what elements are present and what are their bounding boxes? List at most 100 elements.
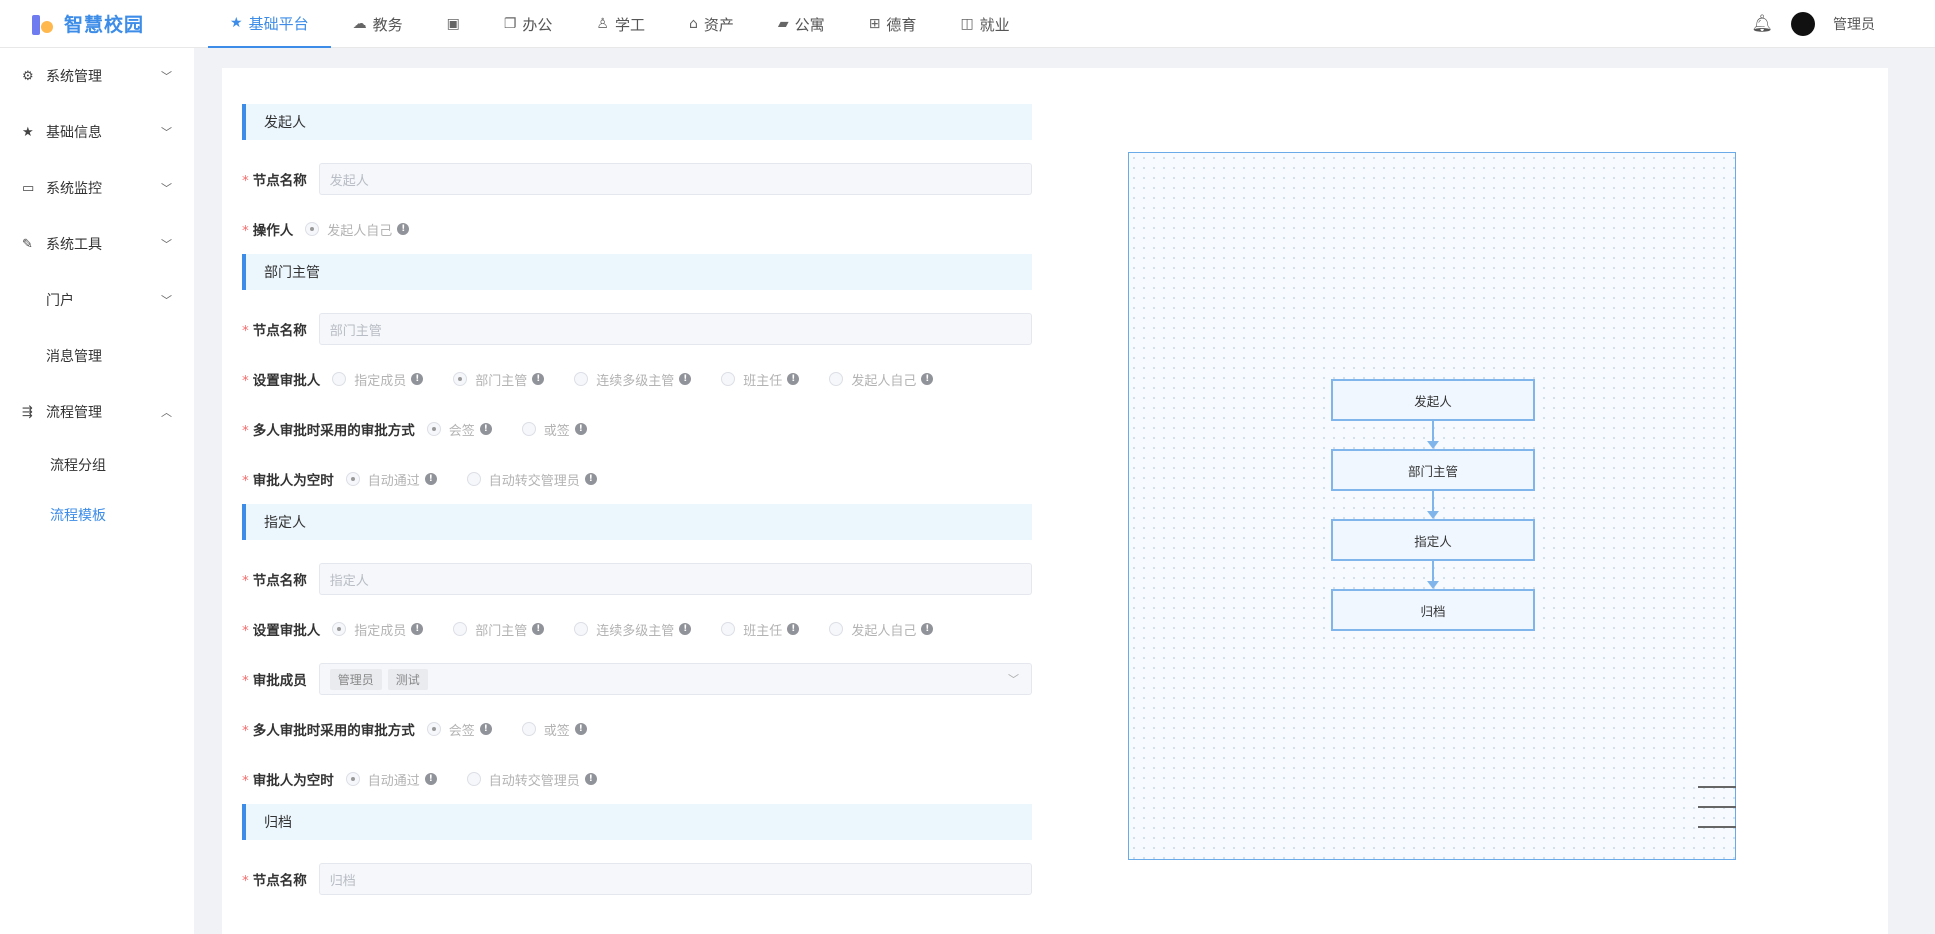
- radio-label: 自动转交管理员: [488, 473, 580, 489]
- sidebar-item-5[interactable]: 消息管理: [0, 328, 194, 384]
- sidebar-subitem-0[interactable]: 流程分组: [0, 440, 194, 490]
- nav-item-0[interactable]: ★ 基础平台: [208, 0, 331, 48]
- info-icon[interactable]: !: [921, 373, 934, 385]
- chevron-down-icon: ﹀: [161, 182, 172, 195]
- nav-item-2[interactable]: ▣: [425, 0, 482, 48]
- radio-dot[interactable]: [829, 372, 844, 386]
- radio-option[interactable]: 连续多级主管!: [574, 620, 692, 639]
- info-icon[interactable]: !: [424, 473, 437, 485]
- field-label: * 设置审批人: [242, 619, 320, 639]
- radio-dot[interactable]: [574, 372, 589, 386]
- radio-option[interactable]: 发起人自己!: [829, 370, 934, 389]
- info-icon[interactable]: !: [532, 373, 545, 385]
- radio-option[interactable]: 自动通过!: [345, 470, 437, 489]
- radio-dot[interactable]: [521, 422, 536, 436]
- info-icon[interactable]: !: [411, 373, 424, 385]
- flow-node[interactable]: 部门主管: [1331, 449, 1535, 491]
- chevron-down-icon: ﹀: [161, 294, 172, 307]
- flow-canvas[interactable]: 发起人部门主管指定人归档: [1128, 152, 1736, 860]
- radio-option[interactable]: 会签!: [426, 420, 492, 439]
- sidebar-item-4[interactable]: 门户 ﹀: [0, 272, 194, 328]
- radio-option[interactable]: 部门主管!: [453, 620, 545, 639]
- radio-option[interactable]: 指定成员!: [332, 620, 424, 639]
- info-icon[interactable]: !: [574, 423, 587, 435]
- sidebar-item-0[interactable]: ⚙ 系统管理 ﹀: [0, 48, 194, 104]
- minimap-toggle-icon[interactable]: [1694, 780, 1740, 834]
- radio-dot[interactable]: [426, 422, 441, 436]
- radio-dot[interactable]: [453, 372, 468, 386]
- logo[interactable]: 智慧校园: [30, 10, 144, 37]
- radio-option[interactable]: 连续多级主管!: [574, 370, 692, 389]
- book-icon: ▣: [446, 16, 460, 32]
- radio-option[interactable]: 班主任!: [721, 620, 800, 639]
- avatar[interactable]: [1791, 12, 1815, 36]
- info-icon[interactable]: !: [479, 723, 492, 735]
- nav-item-4[interactable]: ♙ 学工: [574, 0, 667, 48]
- flow-node[interactable]: 发起人: [1331, 379, 1535, 421]
- radio-dot[interactable]: [574, 622, 589, 636]
- node-name-input[interactable]: 归档: [318, 863, 1032, 895]
- sidebar-item-3[interactable]: ✎ 系统工具 ﹀: [0, 216, 194, 272]
- info-icon[interactable]: !: [397, 223, 410, 235]
- radio-option[interactable]: 自动通过!: [345, 770, 437, 789]
- info-icon[interactable]: !: [787, 623, 800, 635]
- radio-option[interactable]: 发起人自己!: [829, 620, 934, 639]
- sidebar-subitem-1[interactable]: 流程模板: [0, 490, 194, 540]
- radio-dot[interactable]: [521, 722, 536, 736]
- radio-option[interactable]: 自动转交管理员!: [466, 470, 597, 489]
- radio-dot[interactable]: [305, 222, 320, 236]
- info-icon[interactable]: !: [424, 773, 437, 785]
- radio-option[interactable]: 部门主管!: [453, 370, 545, 389]
- node-name-input[interactable]: 部门主管: [318, 313, 1032, 345]
- info-icon[interactable]: !: [921, 623, 934, 635]
- radio-dot[interactable]: [829, 622, 844, 636]
- radio-option[interactable]: 指定成员!: [332, 370, 424, 389]
- radio-dot[interactable]: [426, 722, 441, 736]
- radio-dot[interactable]: [332, 372, 347, 386]
- radio-dot[interactable]: [466, 772, 481, 786]
- flow-node[interactable]: 归档: [1331, 589, 1535, 631]
- bell-icon[interactable]: 🔔︎: [1751, 14, 1773, 34]
- radio-option[interactable]: 自动转交管理员!: [466, 770, 597, 789]
- node-name-input[interactable]: 发起人: [318, 163, 1032, 195]
- nav-item-6[interactable]: ▰ 公寓: [756, 0, 847, 48]
- radio-option[interactable]: 或签!: [521, 420, 587, 439]
- required-star: *: [242, 423, 249, 439]
- nav-item-8[interactable]: ◫ 就业: [938, 0, 1031, 48]
- info-icon[interactable]: !: [584, 773, 597, 785]
- sidebar-item-2[interactable]: ▭ 系统监控 ﹀: [0, 160, 194, 216]
- flow-node[interactable]: 指定人: [1331, 519, 1535, 561]
- member-tag[interactable]: 管理员: [329, 668, 382, 690]
- info-icon[interactable]: !: [787, 373, 800, 385]
- member-tag[interactable]: 测试: [387, 668, 428, 690]
- radio-option[interactable]: 会签!: [426, 720, 492, 739]
- radio-dot[interactable]: [453, 622, 468, 636]
- sidebar-item-6[interactable]: ⇶ 流程管理 ︿: [0, 384, 194, 440]
- info-icon[interactable]: !: [479, 423, 492, 435]
- sidebar-item-1[interactable]: ★ 基础信息 ﹀: [0, 104, 194, 160]
- nav-item-label: 基础平台: [248, 14, 309, 33]
- radio-dot[interactable]: [721, 622, 736, 636]
- radio-dot[interactable]: [332, 622, 347, 636]
- radio-option[interactable]: 或签!: [521, 720, 587, 739]
- nav-item-7[interactable]: ⊞ 德育: [847, 0, 939, 48]
- radio-option[interactable]: 班主任!: [721, 370, 800, 389]
- members-select[interactable]: 管理员 测试 ﹀: [318, 663, 1032, 695]
- radio-dot[interactable]: [345, 772, 360, 786]
- radio-option[interactable]: 发起人自己!: [305, 220, 410, 239]
- nav-item-3[interactable]: ❐ 办公: [482, 0, 575, 48]
- nav-item-1[interactable]: ☁ 教务: [331, 0, 425, 48]
- info-icon[interactable]: !: [679, 623, 692, 635]
- username[interactable]: 管理员: [1833, 14, 1875, 34]
- info-icon[interactable]: !: [574, 723, 587, 735]
- operator-row: * 操作人 发起人自己!: [242, 204, 1032, 254]
- radio-dot[interactable]: [345, 472, 360, 486]
- radio-dot[interactable]: [466, 472, 481, 486]
- info-icon[interactable]: !: [532, 623, 545, 635]
- radio-dot[interactable]: [721, 372, 736, 386]
- node-name-input[interactable]: 指定人: [318, 563, 1032, 595]
- info-icon[interactable]: !: [679, 373, 692, 385]
- info-icon[interactable]: !: [584, 473, 597, 485]
- nav-item-5[interactable]: ⌂ 资产: [667, 0, 756, 48]
- info-icon[interactable]: !: [411, 623, 424, 635]
